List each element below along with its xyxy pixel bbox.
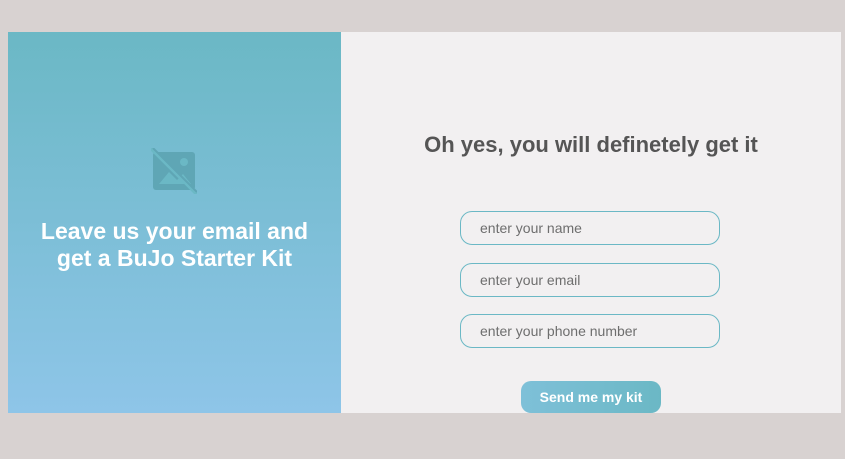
broken-image-icon xyxy=(151,148,197,194)
email-input[interactable] xyxy=(460,263,720,297)
phone-input[interactable] xyxy=(460,314,720,348)
signup-card: Leave us your email and get a BuJo Start… xyxy=(8,32,841,413)
form-heading: Oh yes, you will definetely get it xyxy=(424,132,758,157)
promo-heading-line1: Leave us your email and xyxy=(40,218,309,244)
form-panel: Oh yes, you will definetely get it Send … xyxy=(341,32,841,413)
name-input[interactable] xyxy=(460,211,720,245)
promo-panel: Leave us your email and get a BuJo Start… xyxy=(8,32,341,413)
promo-heading-line2: get a BuJo Starter Kit xyxy=(56,245,293,271)
send-kit-button[interactable]: Send me my kit xyxy=(521,381,661,413)
promo-heading: Leave us your email and get a BuJo Start… xyxy=(8,218,341,272)
